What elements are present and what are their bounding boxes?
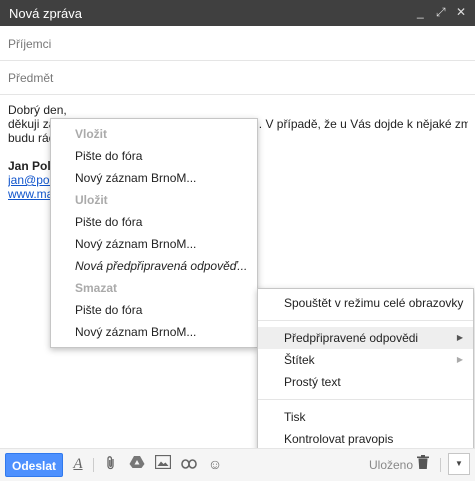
menu-divider [258,320,473,321]
insert-template-2[interactable]: Nový záznam BrnoM... [51,167,257,189]
delete-template-1[interactable]: Pište do fóra [51,299,257,321]
compose-toolbar: Odeslat A ☺ Uloženo ▼ [0,448,475,481]
photo-icon[interactable] [154,454,172,473]
link-icon[interactable] [180,455,198,473]
signature-web[interactable]: www.ma [8,187,53,201]
save-template-1[interactable]: Pište do fóra [51,211,257,233]
body-line-greeting: Dobrý den, [8,103,67,117]
recipients-field[interactable]: Příjemci [0,27,475,61]
canned-responses-label: Předpřipravené odpovědi [284,331,419,345]
toolbar-divider [440,458,441,472]
print-option[interactable]: Tisk [258,406,473,428]
spellcheck-option[interactable]: Kontrolovat pravopis [258,428,473,450]
format-icon[interactable]: A [69,455,87,473]
toolbar-divider [93,458,94,472]
submenu-arrow-icon: ▶ [456,333,463,342]
more-options-icon[interactable]: ▼ [448,453,470,475]
saved-status: Uloženo [369,458,414,472]
delete-template-2[interactable]: Nový záznam BrnoM... [51,321,257,343]
label-option[interactable]: Štítek ▶ [258,349,473,371]
close-icon[interactable]: ✕ [456,4,466,20]
subject-placeholder: Předmět [8,71,54,85]
minimize-icon[interactable]: _ [417,4,424,20]
insert-header: Vložit [75,127,107,141]
trash-icon[interactable] [414,455,432,473]
subject-field[interactable]: Předmět [0,61,475,95]
fullscreen-default-option[interactable]: Spouštět v režimu celé obrazovky [258,292,473,314]
save-template-2[interactable]: Nový záznam BrnoM... [51,233,257,255]
attach-icon[interactable] [102,455,120,473]
window-title: Nová zpráva [9,6,82,21]
send-button[interactable]: Odeslat [5,453,63,477]
save-header: Uložit [75,193,108,207]
plain-text-option[interactable]: Prostý text [258,371,473,393]
submenu-arrow-icon: ▶ [456,355,463,364]
canned-responses-option[interactable]: Předpřipravené odpovědi ▶ [258,327,473,349]
new-canned-response[interactable]: Nová předpřipravená odpověď... [51,255,257,277]
fullscreen-icon[interactable]: ⤢ [436,4,446,20]
emoji-icon[interactable]: ☺ [206,455,224,473]
delete-header: Smazat [75,281,118,295]
canned-responses-submenu: Vložit Pište do fóra Nový záznam BrnoM..… [50,118,258,348]
drive-icon[interactable] [128,455,146,473]
compose-titlebar[interactable]: Nová zpráva _ ⤢ ✕ [0,0,475,26]
more-options-menu: Spouštět v režimu celé obrazovky Předpři… [257,288,474,454]
recipients-placeholder: Příjemci [8,37,52,51]
menu-divider [258,399,473,400]
insert-template-1[interactable]: Pište do fóra [51,145,257,167]
label-option-label: Štítek [284,353,315,367]
